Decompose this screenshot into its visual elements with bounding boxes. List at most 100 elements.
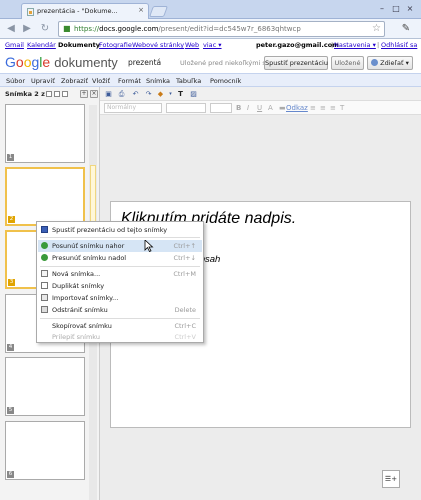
new-slide-icon: [41, 270, 48, 277]
gbar-web[interactable]: Web: [185, 41, 199, 49]
menu-edit[interactable]: Upraviť: [31, 77, 55, 85]
address-bar[interactable]: ■ https://docs.google.com/present/edit?i…: [58, 21, 385, 37]
gbar-docs: Dokumenty: [58, 41, 100, 49]
gbar-settings[interactable]: Nastavenia ▾: [334, 41, 376, 49]
wrench-icon[interactable]: ✎: [399, 22, 413, 36]
slide-counter: Snímka 2 z 7: [5, 90, 52, 98]
gbar-sites[interactable]: Webové stránky: [132, 41, 184, 49]
url-text[interactable]: https://docs.google.com/present/edit?id=…: [74, 25, 301, 33]
presentation-icon: [41, 226, 48, 233]
maximize-icon[interactable]: □: [390, 3, 402, 14]
new-tab-button[interactable]: [148, 6, 169, 17]
menu-separator: [40, 237, 200, 238]
minimize-icon[interactable]: –: [376, 3, 388, 14]
grid-view-icon[interactable]: [46, 91, 52, 97]
docs-header: Google dokumenty prezentá Uložené pred ni…: [0, 52, 421, 73]
menu-file[interactable]: Súbor: [6, 77, 25, 85]
bookmark-star-icon[interactable]: ☆: [372, 23, 381, 34]
format-toolbar: Normálny B I U A ▬ Odkaz ≡ ≡ ≡ T: [100, 101, 421, 115]
gbar-more[interactable]: viac ▾: [203, 41, 222, 49]
browser-tab[interactable]: prezentácia - "Dokume... ×: [21, 3, 149, 19]
mouse-cursor-icon: [144, 240, 154, 252]
numbered-list-icon[interactable]: ≡: [310, 104, 316, 112]
dropdown-icon[interactable]: ▾: [166, 90, 175, 98]
list-view-icon[interactable]: [54, 91, 60, 97]
docs-favicon-icon: [27, 8, 34, 16]
add-slide-icon[interactable]: +: [80, 90, 88, 98]
back-icon[interactable]: ◀: [4, 22, 18, 36]
lock-icon: ■: [63, 24, 71, 33]
slide-thumbnail-selected[interactable]: 2: [5, 167, 85, 226]
slide-thumbnail[interactable]: 1: [5, 104, 85, 163]
slide-thumbnail[interactable]: 5: [5, 357, 85, 416]
start-presentation-button[interactable]: Spustiť prezentáciu: [264, 56, 328, 70]
menu-insert[interactable]: Vložiť: [92, 77, 110, 85]
menu-item-move-up[interactable]: Posunúť snímku nahor Ctrl+↑: [38, 240, 202, 252]
highlight-color-icon[interactable]: ▬: [279, 104, 286, 112]
gbar-gmail[interactable]: Gmail: [5, 41, 24, 49]
edit-toolbar: ▣ ⎙ ↶ ↷ ◆ ▾ T ▨: [100, 87, 421, 101]
tab-close-icon[interactable]: ×: [138, 6, 144, 14]
gbar-calendar[interactable]: Kalendár: [27, 41, 56, 49]
menu-help[interactable]: Pomocník: [210, 77, 241, 85]
gbar-photos[interactable]: Fotografie: [99, 41, 132, 49]
print-icon[interactable]: ⎙: [117, 90, 126, 98]
google-bar: Gmail Kalendár Dokumenty Fotografie Webo…: [0, 39, 421, 52]
gbar-separator: |: [331, 41, 334, 49]
insert-image-icon[interactable]: ▨: [189, 90, 198, 98]
menu-separator: [40, 318, 200, 319]
menu-view[interactable]: Zobraziť: [61, 77, 88, 85]
move-down-icon: [41, 254, 48, 261]
insert-shape-icon[interactable]: ◆: [156, 90, 165, 98]
speaker-notes-icon[interactable]: ☰+: [382, 470, 400, 488]
bold-icon[interactable]: B: [236, 104, 241, 112]
reload-icon[interactable]: ↻: [38, 22, 52, 36]
people-icon: [371, 59, 379, 66]
menu-item-import-slides[interactable]: Importovať snímky...: [38, 292, 202, 304]
menu-separator: [40, 266, 200, 267]
undo-icon[interactable]: ↶: [131, 90, 140, 98]
forward-icon[interactable]: ▶: [20, 22, 34, 36]
document-title[interactable]: prezentá: [128, 58, 161, 67]
filmstrip-view-icon[interactable]: [62, 91, 68, 97]
delete-slide-icon[interactable]: ×: [90, 90, 98, 98]
underline-icon[interactable]: U: [257, 104, 262, 112]
browser-titlebar: prezentácia - "Dokume... × – □ ×: [0, 0, 421, 19]
move-up-icon: [41, 242, 48, 249]
link-button[interactable]: Odkaz: [286, 104, 308, 112]
saved-button[interactable]: Uložené: [331, 56, 364, 70]
menu-table[interactable]: Tabuľka: [176, 77, 201, 85]
import-icon: [41, 294, 48, 301]
font-size-select[interactable]: [210, 103, 232, 113]
user-email: peter.gazo@gmail.com: [256, 41, 339, 49]
menu-item-delete-slide[interactable]: Odstrániť snímku Delete: [38, 304, 202, 316]
menu-item-move-down[interactable]: Presunúť snímku nadol Ctrl+↓: [38, 252, 202, 264]
duplicate-icon: [41, 282, 48, 289]
window-close-icon[interactable]: ×: [404, 3, 416, 14]
bullet-list-icon[interactable]: ≡: [320, 104, 326, 112]
menu-item-paste-slide: Prilepiť snímku Ctrl+V: [52, 333, 196, 341]
menu-item-new-slide[interactable]: Nová snímka... Ctrl+M: [38, 268, 202, 280]
share-button[interactable]: Zdieľať ▾: [367, 56, 413, 70]
menu-bar: Súbor Upraviť Zobraziť Vložiť Formát Sní…: [0, 73, 421, 87]
save-icon[interactable]: ▣: [104, 90, 113, 98]
font-select[interactable]: [166, 103, 206, 113]
menu-slide[interactable]: Snímka: [146, 77, 170, 85]
menu-format[interactable]: Formát: [118, 77, 141, 85]
slide-context-menu: Spustiť prezentáciu od tejto snímky Posu…: [36, 221, 204, 343]
redo-icon[interactable]: ↷: [144, 90, 153, 98]
menu-item-duplicate-slide[interactable]: Duplikát snímky: [38, 280, 202, 292]
browser-toolbar: ◀ ▶ ↻ ■ https://docs.google.com/present/…: [0, 19, 421, 39]
align-icon[interactable]: ≡: [330, 104, 336, 112]
clear-format-icon[interactable]: T: [340, 104, 344, 112]
google-docs-logo[interactable]: Google dokumenty: [5, 54, 118, 70]
text-color-icon[interactable]: A: [268, 104, 273, 112]
paragraph-style-select[interactable]: Normálny: [104, 103, 162, 113]
menu-item-start-from-slide[interactable]: Spustiť prezentáciu od tejto snímky: [38, 224, 202, 236]
gbar-signout[interactable]: Odhlásiť sa: [381, 41, 417, 49]
slide-thumbnail[interactable]: 6: [5, 421, 85, 480]
italic-icon[interactable]: I: [247, 104, 249, 112]
gbar-separator: |: [377, 41, 380, 49]
delete-icon: [41, 306, 48, 313]
text-box-icon[interactable]: T: [176, 90, 185, 98]
